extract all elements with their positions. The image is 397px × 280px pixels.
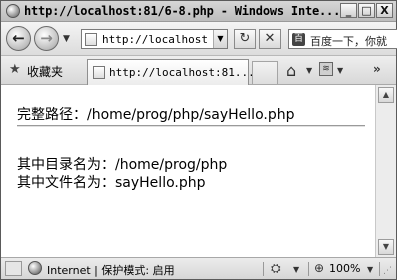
- home-icon[interactable]: ⌂: [286, 61, 296, 80]
- page-icon: [93, 66, 105, 79]
- favorites-bar: ★ 收藏夹 http://localhost:81... ⌂ ▼ ≋ ▼ »: [1, 56, 396, 85]
- refresh-button[interactable]: ↻: [234, 29, 256, 49]
- full-path-text: 完整路径：/home/prog/php/sayHello.php: [17, 107, 295, 123]
- stop-button[interactable]: ✕: [259, 29, 281, 49]
- horizontal-rule: [17, 125, 365, 127]
- feeds-icon[interactable]: ≋: [319, 62, 333, 76]
- page-content: 完整路径：/home/prog/php/sayHello.php 其中目录名为：…: [1, 85, 375, 257]
- search-input[interactable]: 百度一下，你就: [310, 33, 387, 48]
- browser-window: http://localhost:81/6-8.php - Windows In…: [0, 0, 397, 280]
- back-button[interactable]: ←: [6, 26, 31, 51]
- tab-title: http://localhost:81...: [109, 66, 255, 79]
- window-title: http://localhost:81/6-8.php - Windows In…: [24, 4, 341, 18]
- zoom-level[interactable]: 100%: [329, 262, 360, 275]
- scroll-up-icon[interactable]: ▲: [378, 87, 394, 103]
- address-dropdown-icon[interactable]: ▼: [213, 30, 227, 48]
- status-divider: [379, 262, 380, 276]
- vertical-scrollbar[interactable]: ▲ ▼: [375, 85, 396, 257]
- navigation-bar: ← → ▼ http://localhost:8 ▼ ↻ ✕ 百 百度一下，你就: [1, 22, 397, 56]
- search-box[interactable]: 百 百度一下，你就: [288, 29, 397, 49]
- ie-logo-icon: [6, 4, 20, 18]
- zoom-dropdown-icon[interactable]: ▼: [367, 265, 373, 274]
- address-input[interactable]: http://localhost:8: [102, 33, 210, 46]
- address-bar[interactable]: http://localhost:8 ▼: [81, 29, 228, 49]
- new-tab-button[interactable]: [252, 61, 278, 84]
- title-bar: http://localhost:81/6-8.php - Windows In…: [1, 1, 396, 22]
- status-divider: [308, 262, 309, 276]
- status-divider: [263, 262, 264, 276]
- security-icon[interactable]: ⛭: [271, 261, 281, 276]
- page-icon: [85, 33, 97, 46]
- security-zone-text: Internet | 保护模式: 启用: [47, 264, 175, 277]
- feeds-dropdown-icon[interactable]: ▼: [337, 66, 343, 75]
- internet-globe-icon: [28, 261, 42, 275]
- favorites-star-icon[interactable]: ★: [9, 62, 21, 77]
- resize-grip-icon[interactable]: ⋰: [383, 266, 392, 276]
- favorites-button[interactable]: 收藏夹: [27, 63, 63, 80]
- dirname-text: 其中目录名为：/home/prog/php: [17, 157, 228, 173]
- baidu-search-icon: 百: [292, 33, 305, 46]
- maximize-button[interactable]: □: [358, 3, 375, 18]
- scroll-down-icon[interactable]: ▼: [378, 239, 394, 255]
- status-bar: Internet | 保护模式: 启用 ⛭ ▼ ⊕ 100% ▼ ⋰: [1, 257, 396, 279]
- home-dropdown-icon[interactable]: ▼: [306, 66, 312, 75]
- close-button[interactable]: X: [376, 3, 393, 18]
- zoom-icon[interactable]: ⊕: [314, 261, 324, 275]
- minimize-button[interactable]: _: [340, 3, 357, 18]
- status-panel: [5, 261, 22, 276]
- history-dropdown-icon[interactable]: ▼: [63, 34, 70, 44]
- filename-text: 其中文件名为：sayHello.php: [17, 175, 206, 191]
- tab-current-page[interactable]: http://localhost:81...: [87, 59, 255, 85]
- security-dropdown-icon[interactable]: ▼: [293, 265, 299, 274]
- forward-button[interactable]: →: [34, 26, 59, 51]
- more-tools-icon[interactable]: »: [373, 62, 381, 76]
